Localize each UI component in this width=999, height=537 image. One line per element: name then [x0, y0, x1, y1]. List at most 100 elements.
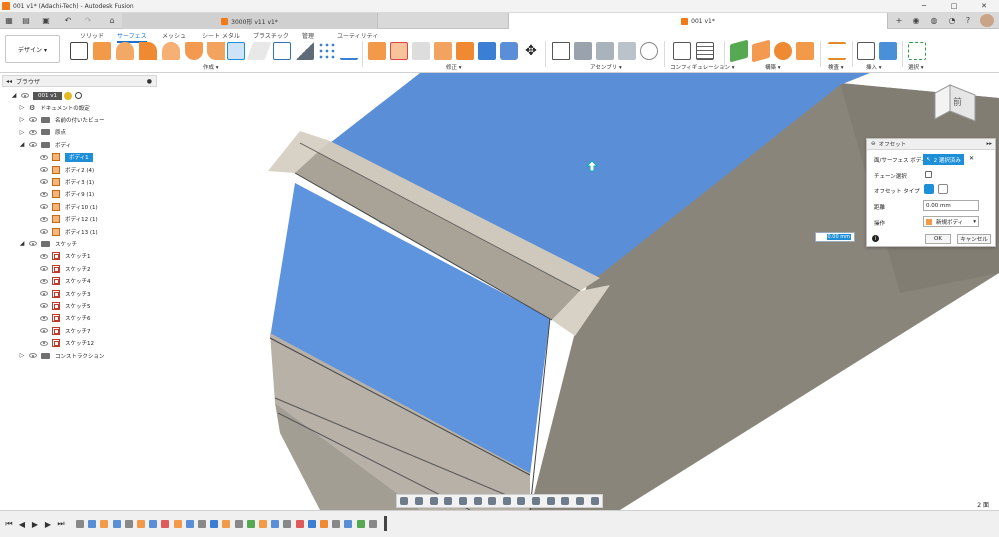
visibility-eye-icon[interactable] [40, 266, 48, 272]
stitch-icon[interactable] [456, 42, 474, 60]
fit-icon[interactable] [458, 497, 467, 505]
timeline-marker[interactable] [384, 516, 387, 531]
select-icon[interactable] [908, 42, 926, 60]
browser-item[interactable]: スケッチ2 [28, 263, 91, 274]
measure-icon[interactable] [828, 42, 846, 60]
browser-item[interactable]: スケッチ6 [28, 313, 91, 324]
collapse-icon[interactable]: ◂◂ [6, 78, 12, 85]
step-forward-icon[interactable]: ▶ [44, 519, 52, 529]
revolve-icon[interactable] [116, 42, 134, 60]
browser-item[interactable]: ボディ13 (1) [28, 226, 98, 237]
visibility-eye-icon[interactable] [40, 340, 48, 346]
cube-view-2-icon[interactable] [546, 497, 555, 505]
browser-item[interactable]: ボディ1 [28, 152, 93, 163]
undo-icon[interactable]: ↶ [62, 14, 74, 27]
visibility-eye-icon[interactable] [40, 315, 48, 321]
timeline-feature-icon[interactable] [295, 520, 304, 528]
clear-selection-button[interactable]: ✕ [969, 155, 974, 162]
visibility-eye-icon[interactable] [40, 216, 48, 222]
press-pull-icon[interactable] [368, 42, 386, 60]
sweep-icon[interactable] [139, 42, 157, 60]
loft-icon[interactable] [162, 42, 180, 60]
timeline-feature-icon[interactable] [88, 520, 97, 528]
select-menu[interactable]: 選択 ▾ [908, 63, 924, 71]
minimize-button[interactable]: ─ [909, 0, 939, 12]
browser-item[interactable]: ◢ ボディ [18, 139, 71, 150]
browser-item[interactable]: ▷ 原点 [18, 127, 66, 138]
create-menu[interactable]: 作成 ▾ [203, 63, 219, 71]
tab-utilities[interactable]: ユーティリティ [337, 31, 378, 40]
play-icon[interactable]: ▶ [31, 519, 39, 529]
close-window-button[interactable]: ✕ [969, 0, 999, 12]
environment-icon[interactable] [576, 497, 584, 505]
visibility-eye-icon[interactable] [29, 241, 37, 247]
collapse-arrow-icon[interactable]: ◢ [10, 92, 18, 99]
info-icon[interactable]: i [872, 235, 879, 242]
distance-input[interactable]: 0.00 mm [923, 200, 979, 211]
visibility-eye-icon[interactable] [40, 253, 48, 259]
browser-item[interactable]: スケッチ3 [28, 288, 91, 299]
visibility-eye-icon[interactable] [40, 204, 48, 210]
timeline-feature-icon[interactable] [234, 520, 243, 528]
browser-item[interactable]: スケッチ12 [28, 338, 94, 349]
notifications-icon[interactable]: ◔ [946, 14, 958, 27]
new-tab-icon[interactable]: + [893, 14, 905, 27]
boundary-fill-icon[interactable] [273, 42, 291, 60]
tab-mesh[interactable]: メッシュ [162, 31, 186, 40]
app-grid-icon[interactable]: ▦ [3, 14, 15, 27]
timeline-feature-icon[interactable] [137, 520, 145, 528]
timeline-feature-icon[interactable] [210, 520, 219, 528]
home-icon[interactable]: ⌂ [105, 14, 119, 27]
visibility-eye-icon[interactable] [40, 291, 48, 296]
timeline-feature-icon[interactable] [283, 520, 292, 528]
insert-canvas-icon[interactable] [879, 42, 897, 60]
patch-icon[interactable] [185, 42, 203, 60]
trim-icon[interactable] [390, 42, 408, 60]
extrude-icon[interactable] [93, 42, 111, 60]
timeline-feature-icon[interactable] [320, 520, 328, 528]
browser-item[interactable]: ボディ12 (1) [28, 214, 98, 225]
timeline-feature-icon[interactable] [368, 520, 377, 528]
look-at-icon[interactable] [414, 497, 423, 505]
inline-distance-input[interactable]: 0.00 mm [815, 232, 855, 242]
configuration-table-icon[interactable] [696, 42, 714, 60]
expand-panel-icon[interactable]: ▸▸ [986, 141, 992, 147]
sphere-view-icon[interactable] [517, 497, 526, 505]
offset-surface-icon[interactable] [227, 42, 245, 60]
visibility-eye-icon[interactable] [40, 154, 48, 160]
redo-icon[interactable]: ↷ [82, 14, 94, 27]
timeline-feature-icon[interactable] [222, 520, 231, 528]
timeline-feature-icon[interactable] [124, 520, 133, 528]
offset-plane-icon[interactable] [730, 39, 748, 63]
assemble-menu[interactable]: アセンブリ ▾ [590, 63, 622, 71]
browser-item[interactable]: ボディ3 (1) [28, 176, 94, 187]
extend-icon[interactable] [434, 42, 452, 60]
timeline-feature-icon[interactable] [149, 520, 158, 528]
timeline-feature-icon[interactable] [271, 520, 280, 528]
browser-item[interactable]: ボディ2 (4) [28, 164, 94, 175]
visibility-eye-icon[interactable] [21, 93, 29, 98]
timeline-feature-icon[interactable] [259, 520, 267, 528]
maximize-button[interactable]: □ [939, 0, 969, 12]
ruled-icon[interactable] [207, 42, 225, 60]
unstitch-icon[interactable] [478, 42, 496, 60]
inspect-menu[interactable]: 検査 ▾ [828, 63, 844, 71]
timeline-feature-icon[interactable] [246, 520, 255, 528]
timeline-feature-icon[interactable] [356, 520, 365, 528]
avatar[interactable] [980, 14, 994, 27]
browser-item[interactable]: スケッチ5 [28, 300, 91, 311]
move-icon[interactable]: ✥ [522, 42, 540, 60]
modify-menu[interactable]: 修正 ▾ [446, 63, 462, 71]
activate-radio[interactable] [75, 92, 83, 99]
pin-icon[interactable]: ● [147, 78, 152, 85]
offset-type-distance-icon[interactable] [924, 184, 934, 194]
expand-arrow-icon[interactable]: ▷ [18, 116, 26, 123]
plane-at-angle-icon[interactable] [752, 39, 770, 63]
new-component-icon[interactable] [552, 42, 570, 60]
insert-derive-icon[interactable] [857, 42, 875, 60]
timeline-feature-icon[interactable] [112, 520, 121, 528]
configure-icon[interactable] [673, 42, 691, 60]
visibility-eye-icon[interactable] [40, 191, 48, 197]
step-back-icon[interactable]: ◀ [18, 519, 26, 529]
construct-menu[interactable]: 構築 ▾ [765, 63, 781, 71]
